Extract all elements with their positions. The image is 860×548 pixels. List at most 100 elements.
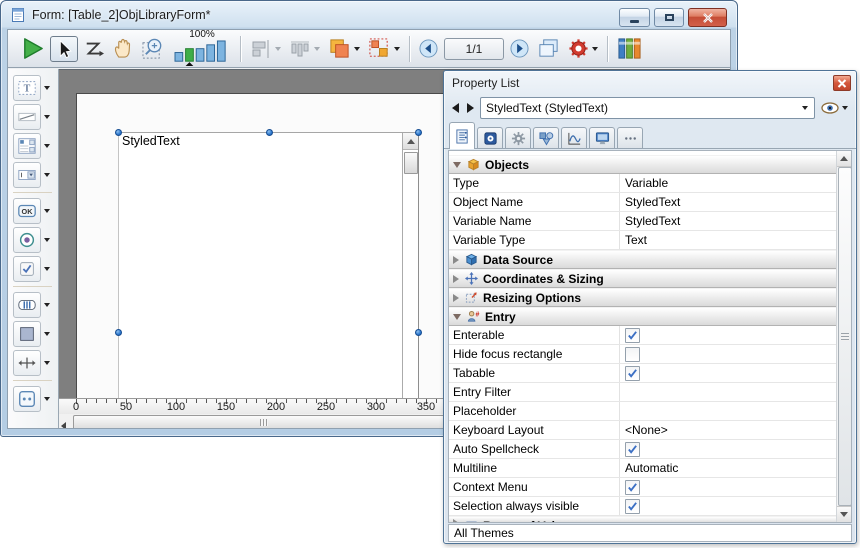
run-form-button[interactable]	[17, 34, 48, 63]
scroll-left-icon[interactable]	[61, 417, 66, 428]
form-properties-button[interactable]	[565, 36, 601, 61]
chevron-down-icon[interactable]	[314, 47, 320, 51]
group-button[interactable]	[365, 35, 403, 62]
tab-graph[interactable]	[561, 127, 587, 148]
chevron-down-icon[interactable]	[44, 303, 50, 307]
selection-handle-top-left[interactable]	[115, 129, 122, 136]
splitter-tool-button[interactable]	[13, 350, 41, 376]
tab-more[interactable]	[617, 127, 643, 148]
radio-tool-button[interactable]	[13, 227, 41, 253]
panel-close-button[interactable]	[833, 75, 851, 91]
property-row-keyboard-layout[interactable]: Keyboard Layout<None>	[449, 421, 836, 440]
prev-object-button[interactable]	[450, 100, 461, 116]
checkbox-tool-button[interactable]	[13, 256, 41, 282]
pointer-tool-button[interactable]	[50, 36, 78, 62]
maximize-button[interactable]	[654, 8, 684, 27]
property-row-type[interactable]: TypeVariable	[449, 174, 836, 193]
expand-triangle-icon[interactable]	[453, 275, 459, 283]
close-button[interactable]	[688, 8, 727, 27]
scroll-up-icon[interactable]	[837, 151, 851, 167]
section-header-range-of-values[interactable]: Range of Values	[449, 516, 836, 522]
vscroll-thumb[interactable]	[838, 167, 852, 506]
chevron-down-icon[interactable]	[44, 209, 50, 213]
prev-page-button[interactable]	[416, 37, 441, 60]
selection-handle-mid-left[interactable]	[115, 329, 122, 336]
section-header-data-source[interactable]: Data Source	[449, 250, 836, 269]
property-row-variable-type[interactable]: Variable TypeText	[449, 231, 836, 250]
expand-triangle-icon[interactable]	[453, 519, 459, 522]
chevron-down-icon[interactable]	[44, 173, 50, 177]
move-level-button[interactable]	[325, 35, 363, 62]
chevron-down-icon[interactable]	[44, 238, 50, 242]
text-tool-button[interactable]: T	[13, 75, 41, 101]
tab-settings[interactable]	[505, 127, 531, 148]
section-header-entry[interactable]: #Entry	[449, 307, 836, 326]
section-header-resizing-options[interactable]: Resizing Options	[449, 288, 836, 307]
checkbox[interactable]	[625, 480, 640, 495]
chevron-down-icon[interactable]	[44, 332, 50, 336]
plugin-tool-button[interactable]	[13, 386, 41, 412]
chevron-down-icon[interactable]	[394, 47, 400, 51]
listbox-tool-button[interactable]	[13, 133, 41, 159]
selection-handle-mid-right[interactable]	[415, 329, 422, 336]
checkbox[interactable]	[625, 366, 640, 381]
checkbox[interactable]	[625, 347, 640, 362]
checkbox[interactable]	[625, 328, 640, 343]
chevron-down-icon[interactable]	[592, 47, 598, 51]
property-row-variable-name[interactable]: Variable NameStyledText	[449, 212, 836, 231]
rectangle-tool-button[interactable]	[13, 321, 41, 347]
scroll-up-icon[interactable]	[403, 133, 418, 150]
button-tool-button[interactable]: OK	[13, 198, 41, 224]
tab-property-list[interactable]	[449, 122, 475, 149]
chevron-down-icon[interactable]	[44, 144, 50, 148]
property-row-auto-spellcheck[interactable]: Auto Spellcheck	[449, 440, 836, 459]
expand-triangle-icon[interactable]	[453, 294, 459, 302]
property-row-tabable[interactable]: Tabable	[449, 364, 836, 383]
section-header-objects[interactable]: Objects	[449, 155, 836, 174]
combobox-tool-button[interactable]	[13, 162, 41, 188]
tab-control-tool-button[interactable]	[13, 292, 41, 318]
next-object-button[interactable]	[465, 100, 476, 116]
expand-triangle-icon[interactable]	[453, 256, 459, 264]
chevron-down-icon[interactable]	[44, 86, 50, 90]
styledtext-object[interactable]: StyledText	[118, 132, 419, 399]
property-row-context-menu[interactable]: Context Menu	[449, 478, 836, 497]
window-titlebar[interactable]: Form: [Table_2]ObjLibraryForm*	[1, 1, 737, 28]
property-row-enterable[interactable]: Enterable	[449, 326, 836, 345]
styledtext-scrollbar[interactable]	[402, 133, 418, 399]
zoom-level-button[interactable]: 100%	[171, 29, 233, 69]
line-tool-button[interactable]	[13, 104, 41, 130]
selection-handle-top-mid[interactable]	[266, 129, 273, 136]
display-pages-button[interactable]	[534, 35, 563, 62]
next-page-button[interactable]	[507, 37, 532, 60]
tab-data[interactable]	[477, 127, 503, 148]
chevron-down-icon[interactable]	[44, 267, 50, 271]
property-row-entry-filter[interactable]: Entry Filter	[449, 383, 836, 402]
minimize-button[interactable]	[619, 8, 650, 27]
section-header-coordinates-sizing[interactable]: Coordinates & Sizing	[449, 269, 836, 288]
property-list-titlebar[interactable]: Property List	[444, 71, 856, 94]
library-button[interactable]	[614, 34, 645, 63]
collapse-triangle-icon[interactable]	[453, 314, 461, 320]
collapse-triangle-icon[interactable]	[453, 162, 461, 168]
object-selector-dropdown[interactable]: StyledText (StyledText)	[480, 97, 815, 119]
checkbox[interactable]	[625, 499, 640, 514]
property-row-placeholder[interactable]: Placeholder	[449, 402, 836, 421]
property-row-multiline[interactable]: MultilineAutomatic	[449, 459, 836, 478]
tab-objects[interactable]	[533, 127, 559, 148]
checkbox[interactable]	[625, 442, 640, 457]
chevron-down-icon[interactable]	[275, 47, 281, 51]
chevron-down-icon[interactable]	[44, 115, 50, 119]
scroll-down-icon[interactable]	[837, 506, 851, 522]
selection-handle-top-right[interactable]	[415, 129, 422, 136]
view-filter-button[interactable]	[819, 100, 850, 116]
property-row-selection-always-visible[interactable]: Selection always visible	[449, 497, 836, 516]
zoom-tool-button[interactable]	[139, 35, 168, 62]
entry-order-button[interactable]	[80, 37, 108, 61]
scroll-thumb[interactable]	[404, 152, 418, 174]
chevron-down-icon[interactable]	[354, 47, 360, 51]
property-row-object-name[interactable]: Object NameStyledText	[449, 193, 836, 212]
move-tool-button[interactable]	[110, 36, 137, 61]
chevron-down-icon[interactable]	[44, 361, 50, 365]
chevron-down-icon[interactable]	[44, 397, 50, 401]
